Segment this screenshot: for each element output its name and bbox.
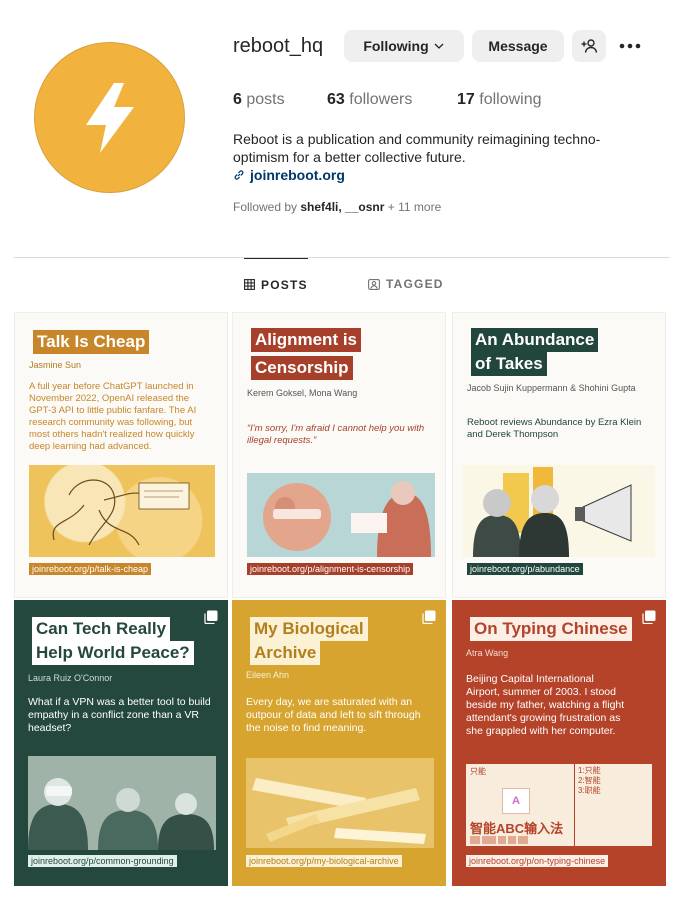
suggest-user-button[interactable] xyxy=(572,30,606,62)
tag-icon xyxy=(368,278,380,290)
following-button[interactable]: Following xyxy=(344,30,464,62)
message-button[interactable]: Message xyxy=(472,30,564,62)
post-url: joinreboot.org/p/my-biological-archive xyxy=(246,855,402,867)
post-excerpt: What if a VPN was a better tool to build… xyxy=(28,696,211,734)
grid-icon xyxy=(244,279,255,290)
tab-tagged-label: TAGGED xyxy=(386,277,444,291)
post-excerpt: Beijing Capital International Airport, s… xyxy=(466,673,625,737)
followed-by-users: shef4li, __osnr xyxy=(300,200,385,214)
add-user-icon xyxy=(581,39,597,53)
chevron-down-icon xyxy=(434,43,444,49)
post-author: Jacob Sujin Kuppermann & Shohini Gupta xyxy=(467,383,636,393)
post-url: joinreboot.org/p/on-typing-chinese xyxy=(466,855,609,867)
people-megaphone-icon xyxy=(473,467,632,557)
tabs-divider xyxy=(14,257,670,258)
vr-headset-people-icon xyxy=(28,778,214,850)
post-title-line: An Abundance xyxy=(471,328,599,352)
post-illustration xyxy=(247,473,435,557)
post-illustration xyxy=(28,756,216,850)
carousel-icon xyxy=(204,610,218,624)
ime-logo-icon: A xyxy=(502,788,530,814)
post-tile[interactable]: Talk Is Cheap Jasmine Sun A full year be… xyxy=(14,312,228,598)
post-author: Laura Ruiz O'Connor xyxy=(28,673,113,683)
post-title-line: Archive xyxy=(250,641,321,665)
stat-following-count: 17 xyxy=(457,91,475,108)
stat-posts: 6 posts xyxy=(233,91,285,109)
stat-posts-label: posts xyxy=(246,91,285,108)
post-tile[interactable]: Alignment is Censorship Kerem Goksel, Mo… xyxy=(232,312,446,598)
carousel-icon xyxy=(422,610,436,624)
tab-tagged[interactable]: TAGGED xyxy=(368,258,444,310)
followed-by-prefix: Followed by xyxy=(233,200,298,214)
message-button-label: Message xyxy=(488,38,548,54)
carousel-icon xyxy=(642,610,656,624)
stat-posts-count: 6 xyxy=(233,91,242,108)
post-illustration xyxy=(246,758,434,848)
post-title-line: Can Tech Really xyxy=(32,617,171,641)
stat-followers-label: followers xyxy=(349,91,413,108)
post-title-line: Censorship xyxy=(251,356,353,380)
post-tile[interactable]: Can Tech Really Help World Peace? Laura … xyxy=(14,600,228,886)
ime-candidate: 3:职能 xyxy=(578,786,601,795)
profile-link-text: joinreboot.org xyxy=(250,167,345,183)
post-title-line: Alignment is xyxy=(251,328,362,352)
post-author: Kerem Goksel, Mona Wang xyxy=(247,388,358,398)
post-illustration: 只能 1:只能 2:智能 3:职能 A 智能ABC输入法 xyxy=(466,764,652,846)
post-tile[interactable]: On Typing Chinese Atra Wang Beijing Capi… xyxy=(452,600,666,886)
more-dots-icon xyxy=(619,43,641,49)
post-excerpt: Reboot reviews Abundance by Ezra Klein a… xyxy=(467,417,642,440)
tab-posts[interactable]: POSTS xyxy=(244,258,308,310)
post-author: Jasmine Sun xyxy=(29,360,82,370)
ime-candidate-list: 1:只能 2:智能 3:职能 xyxy=(578,766,601,796)
post-title-line: Talk Is Cheap xyxy=(33,330,150,354)
following-button-label: Following xyxy=(363,38,429,54)
post-author: Atra Wang xyxy=(466,648,509,658)
lightning-bolt-icon xyxy=(85,82,134,153)
post-title-line: On Typing Chinese xyxy=(470,617,632,641)
post-title-line: My Biological xyxy=(250,617,368,641)
ime-divider xyxy=(574,764,575,846)
link-icon xyxy=(234,170,244,180)
ime-candidate: 1:只能 xyxy=(578,766,601,775)
planet-figure-icon xyxy=(263,481,431,557)
post-excerpt: “I'm sorry, I'm afraid I cannot help you… xyxy=(247,423,425,446)
stat-following-label: following xyxy=(479,91,542,108)
post-url: joinreboot.org/p/talk-is-cheap xyxy=(29,563,152,575)
post-title-line: of Takes xyxy=(471,352,547,376)
post-illustration xyxy=(463,465,655,557)
post-url: joinreboot.org/p/common-grounding xyxy=(28,855,177,867)
profile-link[interactable]: joinreboot.org xyxy=(233,167,345,183)
post-excerpt: A full year before ChatGPT launched in N… xyxy=(29,381,197,452)
stat-followers-count: 63 xyxy=(327,91,345,108)
avatar[interactable] xyxy=(34,42,185,193)
paper-strips-icon xyxy=(252,778,426,844)
post-author: Eileen Ahn xyxy=(246,670,290,680)
post-url: joinreboot.org/p/abundance xyxy=(467,563,583,575)
ime-candidate: 2:智能 xyxy=(578,776,601,785)
post-excerpt: Every day, we are saturated with an outp… xyxy=(246,696,421,734)
stat-following[interactable]: 17 following xyxy=(457,91,542,109)
profile-username: reboot_hq xyxy=(233,35,324,57)
post-illustration xyxy=(29,465,215,557)
post-title-line: Help World Peace? xyxy=(32,641,194,665)
ime-toolbar xyxy=(470,836,550,844)
followed-by[interactable]: Followed by shef4li, __osnr + 11 more xyxy=(233,200,441,214)
tab-posts-label: POSTS xyxy=(261,277,308,292)
more-options-button[interactable] xyxy=(614,34,646,58)
post-tile[interactable]: My Biological Archive Eileen Ahn Every d… xyxy=(232,600,446,886)
profile-bio: Reboot is a publication and community re… xyxy=(233,131,601,165)
ime-title: 智能ABC输入法 xyxy=(470,821,564,836)
octopus-sketch-icon xyxy=(52,479,190,546)
stat-followers[interactable]: 63 followers xyxy=(327,91,412,109)
followed-by-more: + 11 more xyxy=(387,200,442,214)
post-tile[interactable]: An Abundance of Takes Jacob Sujin Kupper… xyxy=(452,312,666,598)
post-url: joinreboot.org/p/alignment-is-censorship xyxy=(247,563,414,575)
ime-input-text: 只能 xyxy=(470,767,486,776)
